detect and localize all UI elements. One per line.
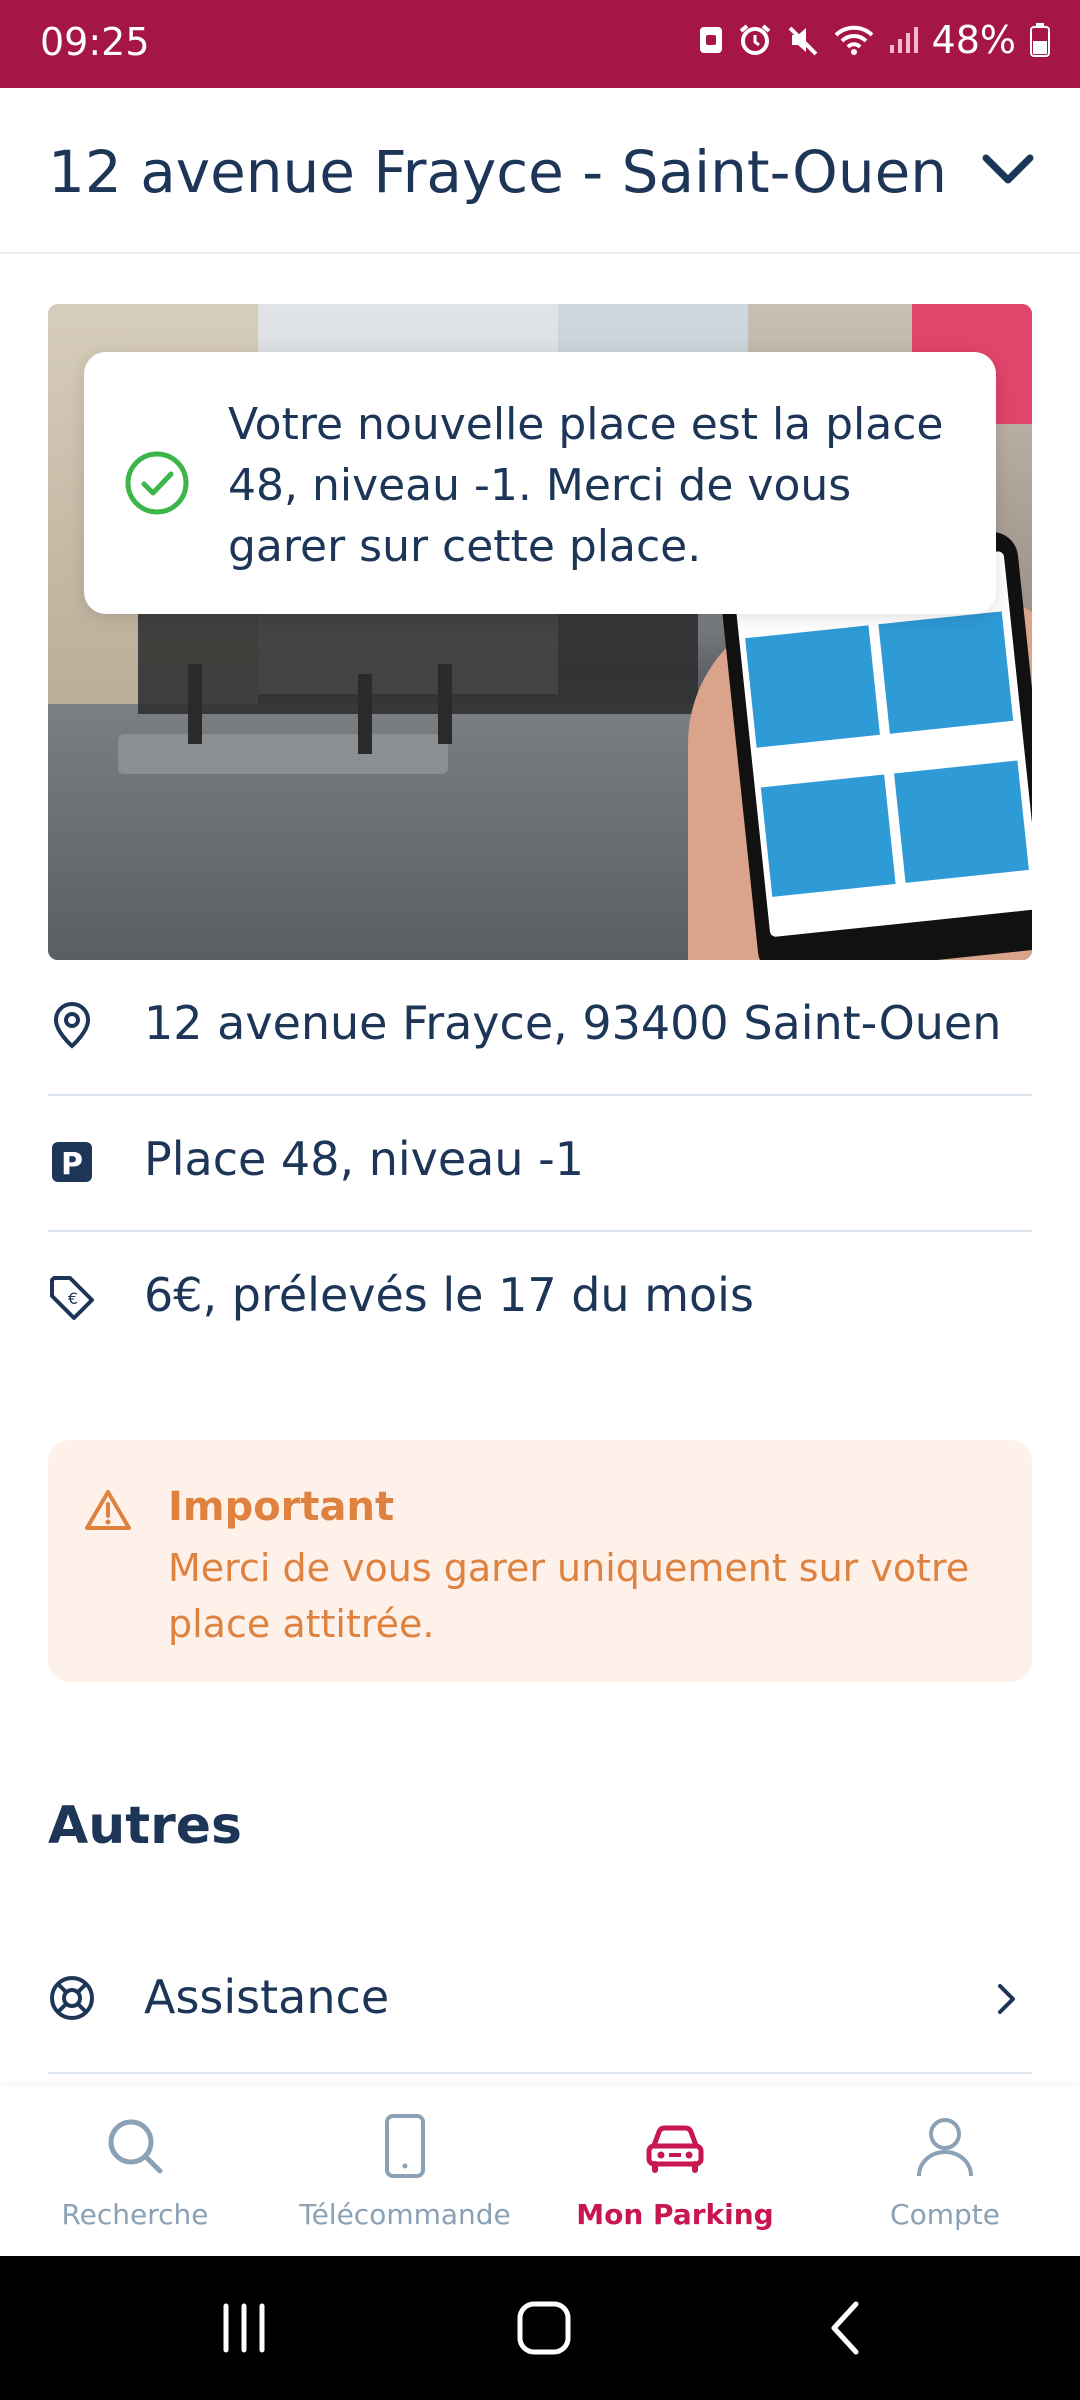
alarm-icon	[739, 24, 770, 55]
assistance-label: Assistance	[144, 1970, 390, 2024]
success-toast: Votre nouvelle place est la place 48, ni…	[84, 352, 996, 614]
nav-label: Compte	[890, 2198, 1000, 2231]
spot-text: Place 48, niveau -1	[144, 1132, 584, 1186]
photo-gate	[138, 604, 698, 714]
battery-icon	[1030, 23, 1050, 57]
back-icon[interactable]	[822, 2296, 866, 2360]
price-tag-icon: €	[50, 1276, 94, 1320]
photo-bollard	[438, 664, 452, 744]
address-text: 12 avenue Frayce, 93400 Saint-Ouen	[144, 996, 1002, 1050]
photo-tile	[894, 760, 1029, 883]
photo-bollard	[358, 674, 372, 754]
photo-tile	[760, 774, 896, 897]
chevron-right-icon	[998, 1984, 1015, 2014]
chevron-down-icon[interactable]	[980, 150, 1036, 190]
parking-title: 12 avenue Frayce - Saint-Ouen	[48, 138, 948, 206]
photo-bollard	[188, 664, 202, 744]
check-circle-icon	[125, 451, 189, 515]
status-time: 09:25	[40, 20, 150, 64]
important-notice: Important Merci de vous garer uniquement…	[48, 1440, 1032, 1682]
price-row: € 6€, prélevés le 17 du mois	[48, 1232, 1032, 1368]
user-icon	[917, 2118, 973, 2177]
toast-message: Votre nouvelle place est la place 48, ni…	[228, 399, 944, 572]
photo-tile	[878, 611, 1014, 734]
parking-selector-header[interactable]: 12 avenue Frayce - Saint-Ouen	[0, 88, 1080, 254]
photo-tile	[745, 625, 880, 748]
status-icons: 48%	[698, 18, 1050, 62]
spot-row: P Place 48, niveau -1	[48, 1096, 1032, 1232]
section-title-autres: Autres	[48, 1796, 242, 1856]
remote-icon	[385, 2114, 425, 2178]
parking-icon: P	[52, 1142, 92, 1182]
price-text: 6€, prélevés le 17 du mois	[144, 1268, 754, 1322]
recent-apps-icon[interactable]	[216, 2296, 272, 2360]
signal-icon	[889, 27, 918, 53]
nav-label: Recherche	[61, 2198, 209, 2231]
car-icon	[646, 2125, 704, 2173]
svg-text:P: P	[61, 1147, 83, 1182]
nav-label: Mon Parking	[576, 2198, 774, 2231]
warning-icon	[85, 1490, 131, 1530]
svg-text:€: €	[68, 1289, 78, 1308]
location-pin-icon	[53, 1001, 91, 1049]
search-icon	[108, 2119, 163, 2174]
status-bar: 09:25 48%	[0, 0, 1080, 88]
system-navigation-bar	[0, 2256, 1080, 2400]
home-icon[interactable]	[512, 2296, 576, 2360]
photo-curb	[118, 734, 448, 774]
important-title: Important	[168, 1484, 395, 1530]
address-row: 12 avenue Frayce, 93400 Saint-Ouen	[48, 960, 1032, 1096]
nav-label: Télécommande	[299, 2198, 511, 2231]
wifi-icon	[834, 25, 873, 55]
battery-text: 48%	[931, 18, 1016, 62]
important-body: Merci de vous garer uniquement sur votre…	[168, 1546, 970, 1646]
nav-compte[interactable]: Compte	[810, 2086, 1080, 2256]
nav-telecommande[interactable]: Télécommande	[270, 2086, 540, 2256]
nav-mon-parking[interactable]: Mon Parking	[540, 2086, 810, 2256]
lifebuoy-icon	[50, 1976, 94, 2020]
nav-recherche[interactable]: Recherche	[0, 2086, 270, 2256]
assistance-row[interactable]: Assistance	[48, 1934, 1032, 2074]
sim-icon	[699, 27, 722, 53]
mute-icon	[788, 26, 817, 56]
bottom-navigation: Recherche Télécommande Mon Parking Compt…	[0, 2086, 1080, 2256]
